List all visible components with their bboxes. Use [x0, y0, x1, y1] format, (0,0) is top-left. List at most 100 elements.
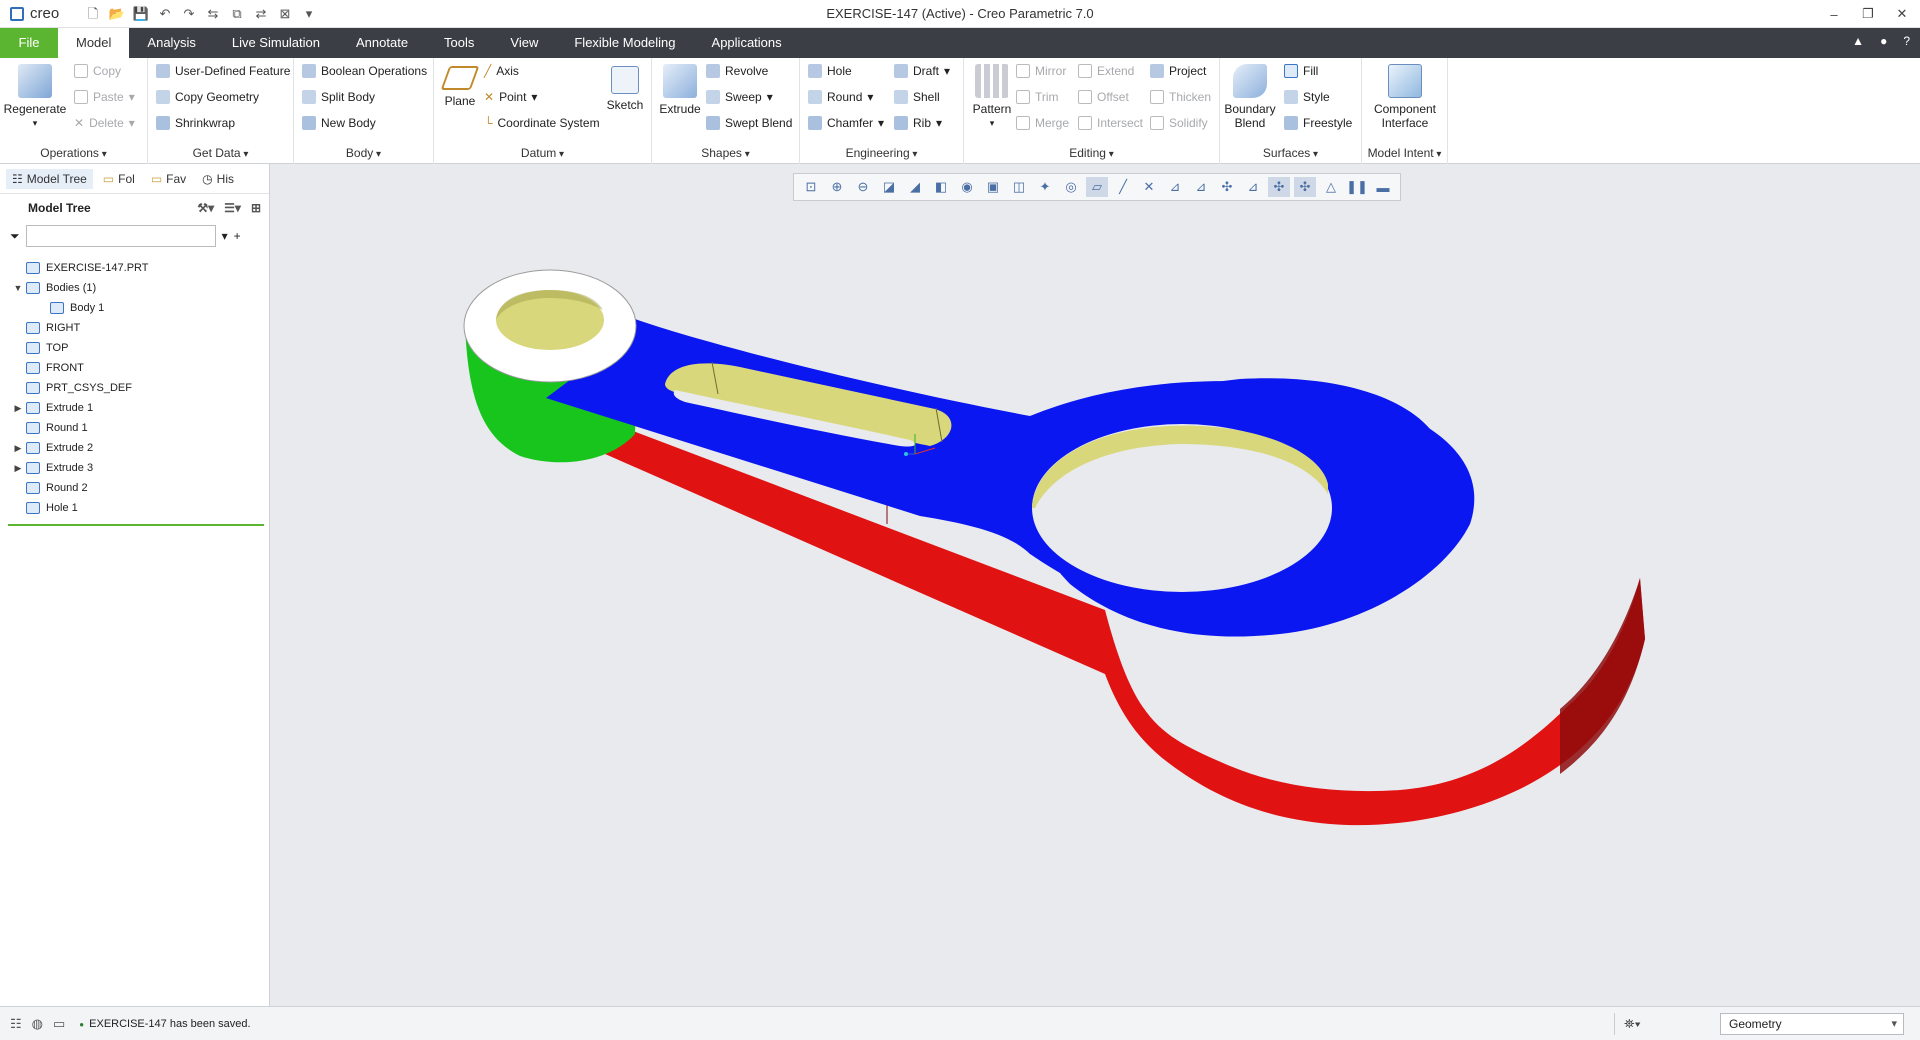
help-icon[interactable]: ?: [1903, 34, 1910, 48]
switch-window-icon[interactable]: ⇄: [252, 5, 270, 23]
revolve-button[interactable]: Revolve: [706, 64, 768, 78]
group-label-model-intent[interactable]: Model Intent: [1362, 146, 1447, 160]
tab-favorites[interactable]: ▭ Fav: [145, 169, 192, 189]
sketch-button[interactable]: Sketch: [604, 66, 646, 112]
undo-icon[interactable]: ↶: [156, 5, 174, 23]
group-label-shapes[interactable]: Shapes: [652, 146, 799, 160]
expand-toggle-icon[interactable]: ▼: [10, 283, 26, 293]
close-window-icon[interactable]: ⊠: [276, 5, 294, 23]
delete-button[interactable]: ✕ Delete ▾: [74, 116, 135, 130]
swept-blend-button[interactable]: Swept Blend: [706, 116, 792, 130]
full-screen-icon[interactable]: ▭: [53, 1016, 65, 1032]
tab-annotate[interactable]: Annotate: [338, 28, 426, 58]
tree-node[interactable]: Body 1: [0, 298, 269, 318]
fill-button[interactable]: Fill: [1284, 64, 1318, 78]
tree-search-input[interactable]: [25, 225, 216, 247]
expand-toggle-icon[interactable]: ▶: [10, 443, 26, 454]
browser-toggle-icon[interactable]: ◍: [32, 1016, 43, 1032]
add-icon[interactable]: +: [234, 229, 241, 243]
plane-button[interactable]: Plane: [440, 66, 480, 108]
copy-button[interactable]: Copy: [74, 64, 121, 78]
tree-node[interactable]: PRT_CSYS_DEF: [0, 378, 269, 398]
collapse-ribbon-icon[interactable]: ▲: [1852, 34, 1864, 48]
customize-qat-icon[interactable]: ▾: [300, 5, 318, 23]
coordinate-system-button[interactable]: └ Coordinate System: [484, 116, 600, 130]
freestyle-button[interactable]: Freestyle: [1284, 116, 1352, 130]
tree-filters-icon[interactable]: ⊞: [251, 201, 261, 215]
solidify-button[interactable]: Solidify: [1150, 116, 1208, 130]
selection-filter-dropdown[interactable]: Geometry: [1720, 1013, 1904, 1035]
tree-node[interactable]: ▶ Extrude 1: [0, 398, 269, 418]
paste-button[interactable]: Paste ▾: [74, 90, 135, 104]
tab-analysis[interactable]: Analysis: [129, 28, 213, 58]
boundary-blend-button[interactable]: Boundary Blend: [1224, 64, 1276, 130]
insert-here-marker[interactable]: [8, 524, 264, 526]
draft-button[interactable]: Draft ▾: [894, 64, 950, 78]
tree-node[interactable]: ▶ Extrude 2: [0, 438, 269, 458]
boolean-operations-button[interactable]: Boolean Operations: [302, 64, 427, 78]
hole-button[interactable]: Hole: [808, 64, 852, 78]
style-button[interactable]: Style: [1284, 90, 1330, 104]
part-model[interactable]: [270, 164, 1920, 1006]
thicken-button[interactable]: Thicken: [1150, 90, 1211, 104]
status-indicator-icon[interactable]: ●: [1880, 34, 1887, 48]
find-button[interactable]: ⛯▾: [1614, 1013, 1650, 1035]
tree-node[interactable]: FRONT: [0, 358, 269, 378]
tab-flexible-modeling[interactable]: Flexible Modeling: [556, 28, 693, 58]
split-body-button[interactable]: Split Body: [302, 90, 375, 104]
tree-settings-icon[interactable]: ⚒▾: [197, 201, 214, 215]
new-file-icon[interactable]: 🗋: [84, 5, 102, 23]
tab-live-simulation[interactable]: Live Simulation: [214, 28, 338, 58]
group-label-editing[interactable]: Editing: [964, 146, 1219, 160]
group-label-engineering[interactable]: Engineering: [800, 146, 963, 160]
tree-node[interactable]: ▶ Extrude 3: [0, 458, 269, 478]
user-defined-feature-button[interactable]: User-Defined Feature: [156, 64, 290, 78]
extend-button[interactable]: Extend: [1078, 64, 1134, 78]
tree-node[interactable]: RIGHT: [0, 318, 269, 338]
tab-history[interactable]: ◷ His: [196, 169, 240, 189]
expand-toggle-icon[interactable]: ▶: [10, 463, 26, 474]
restore-button[interactable]: ❐: [1858, 6, 1878, 22]
group-label-body[interactable]: Body: [294, 146, 433, 160]
axis-button[interactable]: ╱ Axis: [484, 64, 519, 78]
tab-folder-browser[interactable]: ▭ Fol: [97, 169, 141, 189]
copy-geometry-button[interactable]: Copy Geometry: [156, 90, 259, 104]
tab-tools[interactable]: Tools: [426, 28, 492, 58]
merge-button[interactable]: Merge: [1016, 116, 1069, 130]
tree-node[interactable]: Hole 1: [0, 498, 269, 518]
mirror-button[interactable]: Mirror: [1016, 64, 1066, 78]
tree-node[interactable]: Round 2: [0, 478, 269, 498]
rib-button[interactable]: Rib ▾: [894, 116, 942, 130]
group-label-datum[interactable]: Datum: [434, 146, 651, 160]
navigator-toggle-icon[interactable]: ☷: [10, 1016, 22, 1032]
point-button[interactable]: ✕ Point ▾: [484, 90, 537, 104]
graphics-window[interactable]: ⊡ ⊕ ⊖ ◪ ◢ ◧ ◉ ▣ ◫ ✦ ◎ ▱ ╱ ✕ ⊿ ⊿ ✣ ⊿ ✣ ✣ …: [270, 164, 1920, 1006]
group-label-get-data[interactable]: Get Data: [148, 146, 293, 160]
tab-applications[interactable]: Applications: [694, 28, 800, 58]
group-label-surfaces[interactable]: Surfaces: [1220, 146, 1361, 160]
shrinkwrap-button[interactable]: Shrinkwrap: [156, 116, 235, 130]
intersect-button[interactable]: Intersect: [1078, 116, 1143, 130]
windows-icon[interactable]: ⧉: [228, 5, 246, 23]
redo-icon[interactable]: ↷: [180, 5, 198, 23]
tree-node[interactable]: Round 1: [0, 418, 269, 438]
chamfer-button[interactable]: Chamfer ▾: [808, 116, 884, 130]
tree-node[interactable]: TOP: [0, 338, 269, 358]
regenerate-button[interactable]: Regenerate ▾: [4, 64, 66, 130]
tree-node[interactable]: ▼ Bodies (1): [0, 278, 269, 298]
extrude-button[interactable]: Extrude: [658, 64, 702, 116]
open-file-icon[interactable]: 📂: [108, 5, 126, 23]
group-label-operations[interactable]: Operations: [0, 146, 147, 160]
show-icon[interactable]: ☰▾: [224, 201, 241, 215]
minimize-button[interactable]: –: [1824, 7, 1844, 22]
regenerate-qat-icon[interactable]: ⇆: [204, 5, 222, 23]
tab-model-tree[interactable]: ☷ Model Tree: [6, 168, 93, 189]
component-interface-button[interactable]: Component Interface: [1366, 64, 1444, 130]
offset-button[interactable]: Offset: [1078, 90, 1129, 104]
new-body-button[interactable]: New Body: [302, 116, 376, 130]
tab-model[interactable]: Model: [58, 28, 130, 58]
save-icon[interactable]: 💾: [132, 5, 150, 23]
tab-view[interactable]: View: [492, 28, 556, 58]
sweep-button[interactable]: Sweep ▾: [706, 90, 773, 104]
project-button[interactable]: Project: [1150, 64, 1206, 78]
